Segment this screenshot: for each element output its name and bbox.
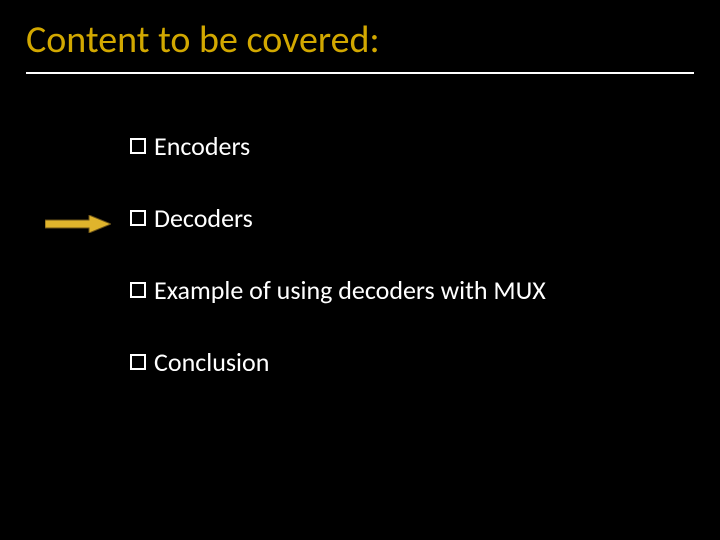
list-item-label: Encoders <box>154 130 250 162</box>
title-underline <box>26 72 694 74</box>
slide: Content to be covered: Encoders Decoders… <box>0 0 720 540</box>
list-item: Example of using decoders with MUX <box>130 274 680 306</box>
list-item-label: Decoders <box>154 202 253 234</box>
bullet-square-icon <box>130 282 146 298</box>
list-item-label: Conclusion <box>154 346 269 378</box>
title-area: Content to be covered: <box>26 20 694 74</box>
bullet-list: Encoders Decoders Example of using decod… <box>130 130 680 418</box>
pointer-arrow-icon <box>45 215 111 233</box>
arrow-shape <box>45 215 111 233</box>
bullet-square-icon <box>130 138 146 154</box>
bullet-square-icon <box>130 354 146 370</box>
list-item: Decoders <box>130 202 680 234</box>
bullet-square-icon <box>130 210 146 226</box>
list-item: Encoders <box>130 130 680 162</box>
list-item: Conclusion <box>130 346 680 378</box>
list-item-label: Example of using decoders with MUX <box>154 274 546 306</box>
slide-title: Content to be covered: <box>26 20 694 62</box>
